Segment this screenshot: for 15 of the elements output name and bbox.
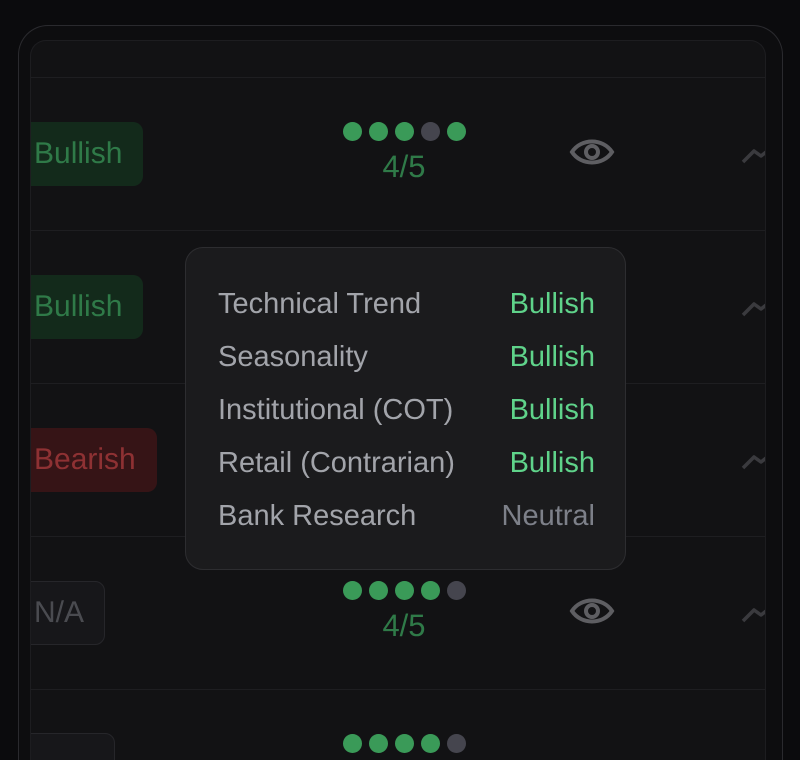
sentiment-badge: Bullish: [31, 275, 144, 339]
factor-value: Bullish: [510, 394, 595, 427]
score-text: 4/5: [382, 608, 426, 644]
factor-label: Institutional (COT): [218, 394, 454, 427]
sentiment-badge: Bearish: [31, 428, 157, 492]
score-text: 4/5: [382, 149, 426, 185]
factor-value: Bullish: [510, 288, 595, 321]
factor-label: Seasonality: [218, 341, 368, 374]
factor-value: Bullish: [510, 447, 595, 480]
factor-label: Retail (Contrarian): [218, 447, 455, 480]
factor-label: Technical Trend: [218, 288, 422, 321]
factor-value: Bullish: [510, 341, 595, 374]
factor-label: Bank Research: [218, 500, 416, 533]
sentiment-badge: Bullish: [31, 122, 144, 186]
factor-value: Neutral: [502, 500, 595, 533]
